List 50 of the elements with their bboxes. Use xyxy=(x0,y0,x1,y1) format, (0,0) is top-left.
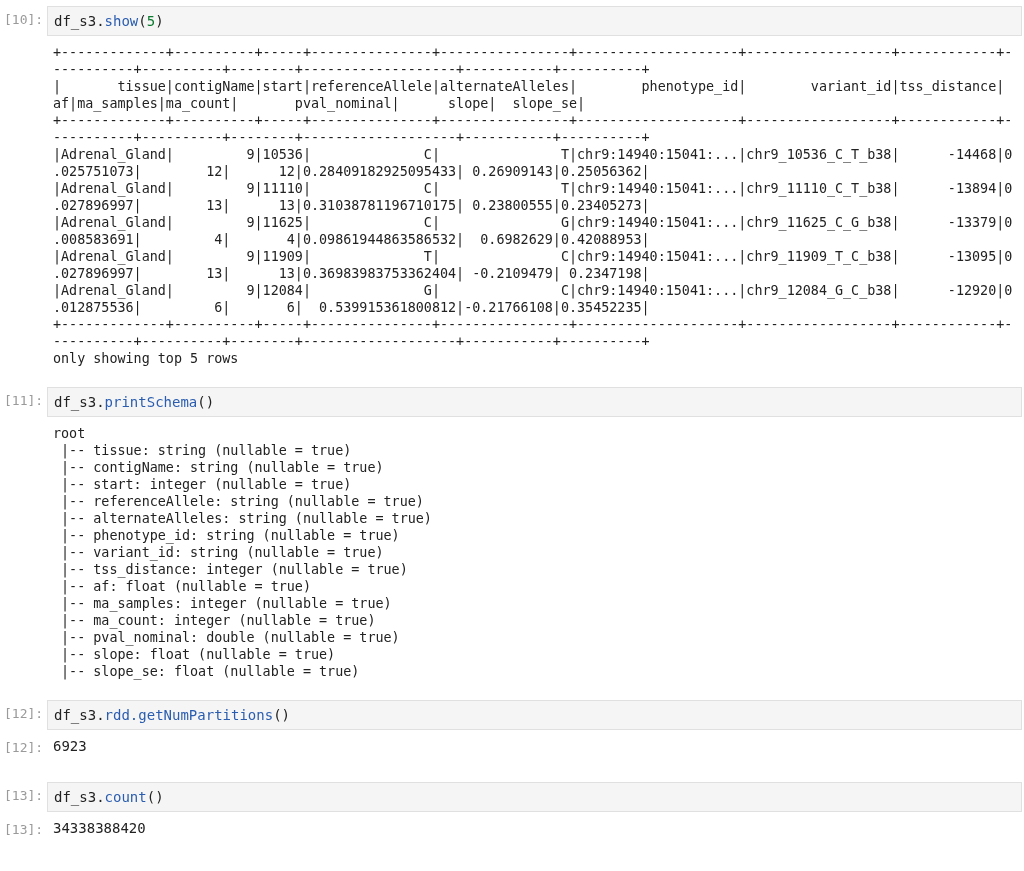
output-line: |-- slope: float (nullable = true) xyxy=(60,646,336,663)
input-prompt: [10]: xyxy=(4,11,42,29)
code-cell-input[interactable]: df_s3.count() xyxy=(47,782,1022,812)
code-line: df_s3.count() xyxy=(54,789,164,805)
output-value: 34338388420 xyxy=(52,819,146,838)
output-line: |Adrenal_Gland| 9|10536| C| T|chr9:14940:15041:...|chr9_10536_C_T_b38| -14468|0 xyxy=(53,146,1013,163)
output-line: |-- variant_id: string (nullable = true) xyxy=(60,544,384,561)
output-line: +-------------+----------+-----+---------------+----------------+--------------------+------------------+------------+- xyxy=(53,44,1013,61)
output-line: |-- ma_samples: integer (nullable = true) xyxy=(60,595,392,612)
code-cell-input[interactable]: df_s3.rdd.getNumPartitions() xyxy=(47,700,1022,730)
output-line: af|ma_samples|ma_count| pval_nominal| slope| slope_se| xyxy=(53,95,586,112)
output-line: |-- alternateAlleles: string (nullable = true) xyxy=(60,510,432,527)
output-line: .025751073| 12| 12|0.28409182925095433| 0.26909143|0.25056362| xyxy=(53,163,650,180)
input-prompt: [11]: xyxy=(4,392,42,410)
output-line: |-- slope_se: float (nullable = true) xyxy=(60,663,360,680)
input-prompt: [13]: xyxy=(4,787,42,805)
output-line: .027896997| 13| 13|0.31038781196710175| 0.23800555|0.23405273| xyxy=(53,197,650,214)
output-line: |-- contigName: string (nullable = true) xyxy=(60,459,384,476)
output-line: |-- af: float (nullable = true) xyxy=(60,578,311,595)
output-line: |-- ma_count: integer (nullable = true) xyxy=(60,612,376,629)
output-line: |-- pval_nominal: double (nullable = true) xyxy=(60,629,400,646)
output-prompt: [13]: xyxy=(4,821,42,839)
output-line: | tissue|contigName|start|referenceAllele|alternateAlleles| phenotype_id| variant_id|tss_distance| xyxy=(53,78,1005,95)
output-line: .012875536| 6| 6| 0.539915361800812|-0.21766108|0.35452235| xyxy=(53,299,650,316)
output-line: .008583691| 4| 4|0.09861944863586532| 0.6982629|0.42088953| xyxy=(53,231,650,248)
output-line: .027896997| 13| 13|0.36983983753362404| -0.2109479| 0.2347198| xyxy=(53,265,650,282)
output-line: |Adrenal_Gland| 9|12084| G| C|chr9:14940:15041:...|chr9_12084_G_C_b38| -12920|0 xyxy=(53,282,1013,299)
code-cell-input[interactable]: df_s3.show(5) xyxy=(47,6,1022,36)
output-line: |-- referenceAllele: string (nullable = true) xyxy=(60,493,424,510)
output-line: |Adrenal_Gland| 9|11625| C| G|chr9:14940:15041:...|chr9_11625_C_G_b38| -13379|0 xyxy=(53,214,1013,231)
output-line: ----------+----------+--------+-------------------+-----------+----------+ xyxy=(53,61,650,78)
output-line: ----------+----------+--------+-------------------+-----------+----------+ xyxy=(53,129,650,146)
input-prompt: [12]: xyxy=(4,705,42,723)
output-line: +-------------+----------+-----+---------------+----------------+--------------------+------------------+------------+- xyxy=(53,112,1013,129)
output-line: |-- tss_distance: integer (nullable = true) xyxy=(60,561,408,578)
output-line: +-------------+----------+-----+---------------+----------------+--------------------+------------------+------------+- xyxy=(53,316,1013,333)
code-line: df_s3.show(5) xyxy=(54,13,164,29)
output-prompt: [12]: xyxy=(4,739,42,757)
output-line: |Adrenal_Gland| 9|11909| T| C|chr9:14940:15041:...|chr9_11909_T_C_b38| -13095|0 xyxy=(53,248,1013,265)
output-line: |Adrenal_Gland| 9|11110| C| T|chr9:14940:15041:...|chr9_11110_C_T_b38| -13894|0 xyxy=(53,180,1013,197)
output-line: ----------+----------+--------+-------------------+-----------+----------+ xyxy=(53,333,650,350)
output-line: |-- start: integer (nullable = true) xyxy=(60,476,352,493)
output-line: root xyxy=(53,425,86,442)
code-line: df_s3.rdd.getNumPartitions() xyxy=(54,707,290,723)
output-line: only showing top 5 rows xyxy=(53,350,239,367)
output-value: 6923 xyxy=(52,737,87,756)
output-line: |-- tissue: string (nullable = true) xyxy=(60,442,352,459)
output-line: |-- phenotype_id: string (nullable = true) xyxy=(60,527,400,544)
code-line: df_s3.printSchema() xyxy=(54,394,215,410)
code-cell-input[interactable]: df_s3.printSchema() xyxy=(47,387,1022,417)
